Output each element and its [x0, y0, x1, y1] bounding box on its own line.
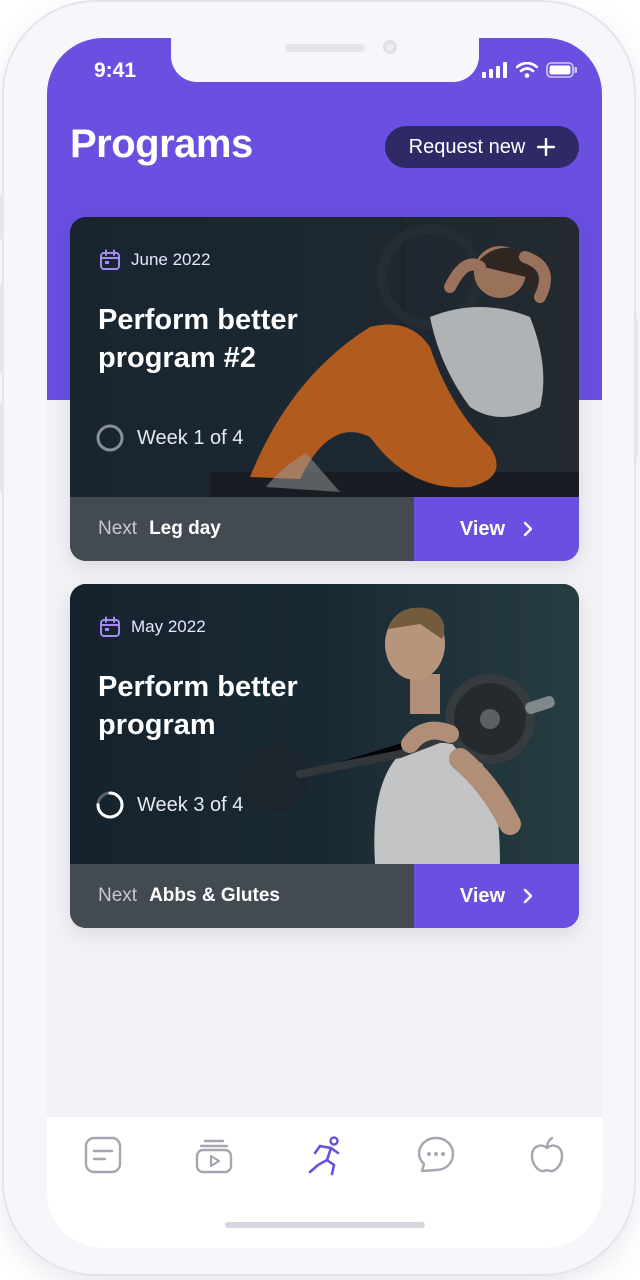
chevron-right-icon	[523, 888, 533, 904]
tab-videos[interactable]	[192, 1133, 236, 1177]
calendar-icon	[100, 249, 120, 270]
next-workout-name: Leg day	[149, 518, 221, 539]
volume-down-button	[0, 402, 4, 492]
next-workout-name: Abbs & Glutes	[149, 885, 280, 906]
tab-chat[interactable]	[414, 1133, 458, 1177]
card-footer: Next Abbs & Glutes View	[70, 864, 579, 928]
view-button[interactable]: View	[414, 497, 579, 561]
date-row: June 2022	[99, 249, 210, 271]
chevron-right-icon	[523, 521, 533, 537]
camera	[383, 40, 397, 54]
notes-icon	[84, 1136, 122, 1174]
power-button	[634, 318, 638, 458]
week-label: Week 3 of 4	[137, 793, 244, 816]
next-label: Next	[98, 518, 138, 539]
view-button[interactable]: View	[414, 864, 579, 928]
program-title: Perform better program	[98, 671, 298, 741]
card-footer: Next Leg day View	[70, 497, 579, 561]
phone-frame: 9:41 Programs Request new June 2022 Perf…	[0, 2, 638, 1274]
status-time: 9:41	[94, 59, 137, 82]
video-library-icon	[195, 1139, 233, 1174]
view-label: View	[459, 517, 506, 540]
program-title: Perform better program #2	[98, 304, 298, 374]
tab-nutrition[interactable]	[525, 1133, 569, 1177]
week-progress: Week 3 of 4	[95, 790, 243, 820]
next-workout: Next Leg day	[70, 497, 414, 561]
request-new-label: Request new	[408, 135, 526, 158]
volume-up-button	[0, 284, 4, 374]
workout-icon	[308, 1136, 340, 1176]
screen: 9:41 Programs Request new June 2022 Perf…	[47, 38, 602, 1248]
request-new-button[interactable]: Request new	[385, 126, 579, 168]
program-date: June 2022	[131, 250, 211, 269]
program-date: May 2022	[131, 617, 206, 636]
week-progress: Week 1 of 4	[95, 423, 243, 453]
tab-bar	[47, 1116, 602, 1248]
battery-icon	[546, 62, 577, 78]
tab-workouts[interactable]	[303, 1133, 347, 1177]
mute-switch	[0, 194, 4, 240]
speaker	[285, 44, 365, 52]
date-row: May 2022	[99, 616, 206, 638]
progress-ring-icon	[96, 791, 124, 819]
notch	[171, 38, 479, 82]
next-workout: Next Abbs & Glutes	[70, 864, 414, 928]
nutrition-apple-icon	[530, 1136, 564, 1173]
status-icons	[482, 62, 578, 78]
page-title: Programs	[70, 122, 253, 166]
tab-notes[interactable]	[81, 1133, 125, 1177]
program-card[interactable]: May 2022 Perform better program Week 3 o…	[70, 584, 579, 928]
chat-icon	[417, 1136, 455, 1173]
progress-ring-icon	[96, 424, 124, 452]
card-content: May 2022 Perform better program Week 3 o…	[70, 584, 579, 864]
signal-bars-icon	[482, 62, 507, 78]
program-card[interactable]: June 2022 Perform better program #2 Week…	[70, 217, 579, 561]
home-indicator	[225, 1222, 425, 1228]
calendar-icon	[100, 616, 120, 637]
card-content: June 2022 Perform better program #2 Week…	[70, 217, 579, 497]
next-label: Next	[98, 885, 138, 906]
week-label: Week 1 of 4	[137, 426, 244, 449]
wifi-icon	[516, 62, 538, 78]
plus-icon	[537, 138, 556, 156]
view-label: View	[459, 884, 506, 907]
